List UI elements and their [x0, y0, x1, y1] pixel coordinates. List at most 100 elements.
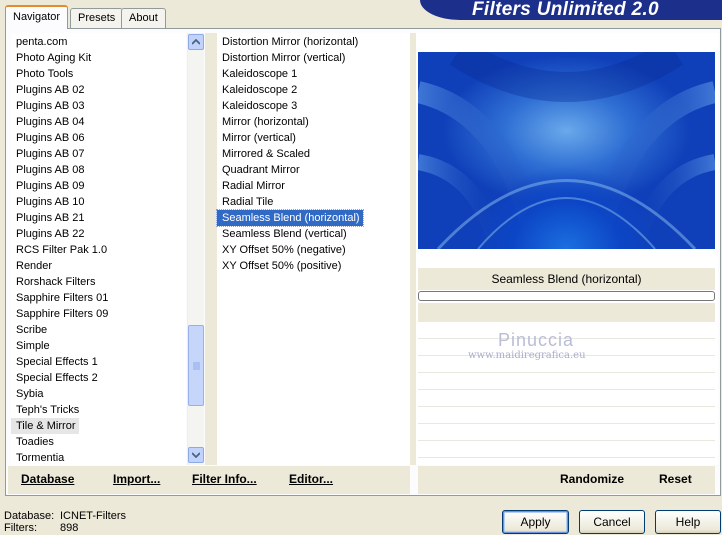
reset-button[interactable]: Reset [659, 472, 692, 486]
list-item[interactable]: Plugins AB 09 [11, 178, 186, 194]
list-item-label: Plugins AB 21 [16, 212, 85, 224]
list-item[interactable]: Photo Tools [11, 66, 186, 82]
category-list[interactable]: penta.com Photo Aging Kit Photo Tools Plugi… [11, 33, 186, 465]
scroll-thumb[interactable] [188, 325, 204, 406]
list-item[interactable]: Mirror (horizontal) [217, 114, 410, 130]
list-separator [205, 33, 217, 465]
list-item-label: Plugins AB 03 [16, 100, 85, 112]
list-item-label: Seamless Blend (horizontal) [216, 209, 364, 227]
list-item[interactable]: Plugins AB 21 [11, 210, 186, 226]
list-item[interactable]: Kaleidoscope 1 [217, 66, 410, 82]
list-item-label: Mirror (vertical) [222, 132, 296, 144]
list-item-label: Mirrored & Scaled [222, 148, 311, 160]
import-button[interactable]: Import... [113, 472, 160, 486]
parameter-row [418, 407, 715, 424]
filter-info-button[interactable]: Filter Info... [192, 472, 257, 486]
list-item[interactable]: XY Offset 50% (positive) [217, 258, 410, 274]
list-item[interactable]: Plugins AB 08 [11, 162, 186, 178]
status-database-label: Database: [4, 510, 55, 522]
list-item[interactable]: Sybia [11, 386, 186, 402]
list-item[interactable]: Teph's Tricks [11, 402, 186, 418]
list-item[interactable]: Sapphire Filters 01 [11, 290, 186, 306]
list-item[interactable]: Mirror (vertical) [217, 130, 410, 146]
watermark-name: Pinuccia [498, 330, 575, 350]
list-item[interactable]: Special Effects 1 [11, 354, 186, 370]
list-item[interactable]: Plugins AB 07 [11, 146, 186, 162]
editor-button[interactable]: Editor... [289, 472, 333, 486]
list-item-label: XY Offset 50% (negative) [222, 244, 346, 256]
list-item[interactable]: Quadrant Mirror [217, 162, 410, 178]
parameter-row [418, 424, 715, 441]
list-item[interactable]: Photo Aging Kit [11, 50, 186, 66]
list-item[interactable]: Toadies [11, 434, 186, 450]
list-item-label: Teph's Tricks [16, 404, 80, 416]
list-item[interactable]: Special Effects 2 [11, 370, 186, 386]
list-item-label: Special Effects 2 [16, 372, 98, 384]
list-item[interactable]: Distortion Mirror (vertical) [217, 50, 410, 66]
list-item[interactable]: Radial Tile [217, 194, 410, 210]
list-item[interactable]: Sapphire Filters 09 [11, 306, 186, 322]
list-item-label: Kaleidoscope 3 [222, 100, 298, 112]
list-item[interactable]: Plugins AB 03 [11, 98, 186, 114]
list-item[interactable]: Distortion Mirror (horizontal) [217, 34, 410, 50]
tab-navigator[interactable]: Navigator [5, 5, 69, 29]
list-item[interactable]: Render [11, 258, 186, 274]
list-item[interactable]: Plugins AB 02 [11, 82, 186, 98]
list-item-label: Sapphire Filters 01 [16, 292, 109, 304]
list-item[interactable]: Plugins AB 10 [11, 194, 186, 210]
database-button[interactable]: Database [21, 472, 74, 486]
list-item-label: penta.com [16, 36, 68, 48]
status-database-value: ICNET-Filters [60, 510, 126, 522]
app-title-banner: Filters Unlimited 2.0 [420, 0, 722, 20]
apply-button[interactable]: Apply [502, 510, 569, 534]
list-item[interactable]: Mirrored & Scaled [217, 146, 410, 162]
category-scrollbar[interactable] [187, 33, 204, 465]
list-item[interactable]: Seamless Blend (vertical) [217, 226, 410, 242]
status-database: Database: ICNET-Filters [4, 510, 126, 522]
list-item-label: Sybia [16, 388, 44, 400]
list-item[interactable]: Plugins AB 06 [11, 130, 186, 146]
list-item-label: Photo Aging Kit [16, 52, 92, 64]
list-item[interactable]: Radial Mirror [217, 178, 410, 194]
list-item[interactable]: Tormentia [11, 450, 186, 466]
list-item-label: Kaleidoscope 2 [222, 84, 298, 96]
list-item-label: Plugins AB 06 [16, 132, 85, 144]
list-item-label: Toadies [16, 436, 54, 448]
help-button[interactable]: Help [655, 510, 721, 534]
tab-about[interactable]: About [121, 8, 166, 28]
chevron-up-icon [192, 39, 200, 45]
list-item[interactable]: Simple [11, 338, 186, 354]
list-item[interactable]: XY Offset 50% (negative) [217, 242, 410, 258]
list-item[interactable]: Rorshack Filters [11, 274, 186, 290]
list-item[interactable]: penta.com [11, 34, 186, 50]
grip-icon [193, 362, 200, 370]
status-filters: Filters: 898 [4, 522, 78, 534]
list-item-label: Seamless Blend (vertical) [222, 228, 347, 240]
list-item[interactable]: Seamless Blend (horizontal) [216, 209, 410, 227]
filter-list[interactable]: Distortion Mirror (horizontal) Distortion… [216, 33, 410, 465]
list-item-label: Distortion Mirror (horizontal) [222, 36, 359, 48]
tab-presets[interactable]: Presets [70, 8, 124, 28]
parameter-row [418, 390, 715, 407]
randomize-button[interactable]: Randomize [560, 472, 624, 486]
list-item-label: Plugins AB 02 [16, 84, 85, 96]
scroll-down-button[interactable] [188, 447, 204, 463]
list-item-label: Plugins AB 10 [16, 196, 85, 208]
list-item[interactable]: Kaleidoscope 2 [217, 82, 410, 98]
list-item-label: Photo Tools [16, 68, 74, 80]
list-item-label: Special Effects 1 [16, 356, 98, 368]
list-item[interactable]: Plugins AB 04 [11, 114, 186, 130]
list-item-label: Mirror (horizontal) [222, 116, 309, 128]
app-title: Filters Unlimited 2.0 [472, 0, 659, 20]
scroll-up-button[interactable] [188, 34, 204, 50]
list-item-label: Render [16, 260, 53, 272]
watermark-url: www.maidiregrafica.eu [468, 350, 586, 361]
list-item[interactable]: Kaleidoscope 3 [217, 98, 410, 114]
chevron-down-icon [192, 452, 200, 458]
list-item[interactable]: RCS Filter Pak 1.0 [11, 242, 186, 258]
cancel-button[interactable]: Cancel [579, 510, 645, 534]
list-item[interactable]: Tile & Mirror [11, 418, 186, 434]
list-item[interactable]: Scribe [11, 322, 186, 338]
list-item[interactable]: Plugins AB 22 [11, 226, 186, 242]
parameter-row [418, 441, 715, 458]
